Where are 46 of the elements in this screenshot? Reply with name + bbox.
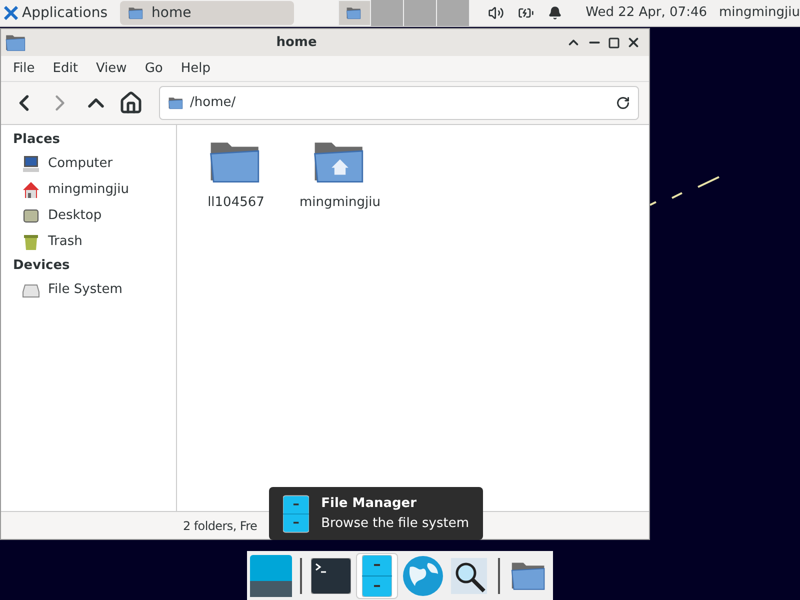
xfce-logo-icon [4, 6, 18, 20]
sidebar-heading: Devices [13, 257, 71, 276]
tooltip-title: File Manager [321, 495, 418, 513]
sidebar-item[interactable]: Desktop [13, 203, 102, 229]
menu-item[interactable]: View [88, 58, 135, 78]
workspace-button[interactable] [338, 0, 371, 26]
menu-item[interactable]: Help [172, 58, 218, 78]
trash-icon [22, 233, 40, 251]
applications-menu[interactable]: Applications [0, 0, 112, 26]
folder-icon [168, 96, 184, 110]
file-cabinet-icon [362, 554, 392, 596]
home-icon [22, 181, 40, 199]
clock[interactable]: Wed 22 Apr, 07:46 [586, 3, 707, 23]
location-field[interactable]: /home/ [159, 86, 639, 120]
tooltip-text: Browse the file system [321, 514, 469, 532]
menu-item[interactable]: Go [136, 58, 171, 78]
window-title: home [275, 34, 318, 52]
reload-icon[interactable] [616, 96, 630, 110]
window-thumbnail-icon [346, 6, 362, 20]
sidebar-item[interactable]: Trash [13, 229, 82, 255]
terminal-icon [310, 558, 351, 594]
desktop-icon [22, 207, 40, 225]
folder-icon [128, 6, 144, 20]
folder-item[interactable]: mingmingjiu [295, 137, 385, 212]
home-icon[interactable] [119, 91, 143, 115]
globe-icon [402, 554, 444, 596]
file-cabinet-icon [283, 492, 310, 534]
dock-launcher[interactable] [250, 552, 292, 598]
menu-item[interactable]: Edit [44, 58, 86, 78]
close-icon[interactable] [626, 35, 641, 50]
sidebar-item[interactable]: Computer [13, 151, 113, 177]
sidebar-item[interactable]: mingmingjiu [13, 177, 129, 203]
sidebar-heading: Places [13, 131, 62, 150]
notification-bell-icon[interactable] [548, 6, 562, 20]
location-path: /home/ [190, 94, 237, 112]
window-folder-icon [5, 33, 27, 52]
computer-icon [22, 155, 40, 173]
sidebar-item[interactable]: File System [13, 277, 122, 303]
menu-item[interactable]: File [5, 58, 43, 78]
user-name[interactable]: mingmingjiu [719, 3, 800, 23]
status-text: 2 folders, Fre [183, 518, 258, 534]
show-desktop-icon [250, 554, 292, 596]
folder-item[interactable]: ll104567 [191, 137, 281, 212]
magnifier-icon [451, 558, 488, 594]
taskbar-button[interactable]: home [120, 1, 294, 25]
maximize-icon[interactable] [608, 36, 620, 48]
